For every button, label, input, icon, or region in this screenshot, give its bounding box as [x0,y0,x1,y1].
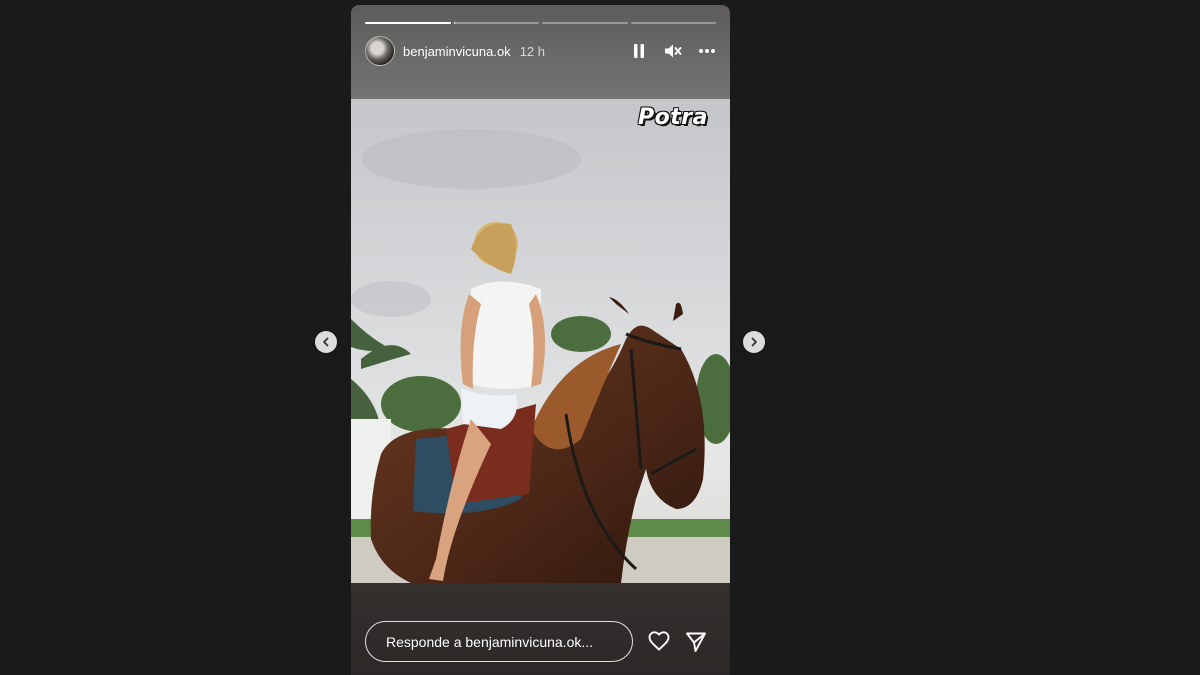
share-button[interactable] [684,630,708,654]
pause-icon [634,44,644,58]
username[interactable]: benjaminvicuna.ok [403,44,511,59]
progress-segment [630,22,716,24]
story-image [351,99,730,583]
more-options-icon [699,49,715,53]
reply-placeholder: Responde a benjaminvicuna.ok... [386,633,594,650]
pause-button[interactable] [630,42,648,60]
more-options-button[interactable] [698,42,716,60]
mute-button[interactable] [664,42,682,60]
next-story-button[interactable] [743,331,765,353]
progress-fill [365,22,451,24]
heart-icon [648,631,670,651]
speaker-muted-icon [665,44,682,58]
previous-story-button[interactable] [315,331,337,353]
chevron-left-icon [323,337,329,347]
chevron-right-icon [751,337,757,347]
story-photo: Potra [351,99,730,583]
story-controls [630,42,716,60]
progress-segment [542,22,628,24]
reply-input[interactable]: Responde a benjaminvicuna.ok... [365,621,633,662]
story-header: benjaminvicuna.ok 12 h [365,35,716,67]
story-sticker-text: Potra [638,105,708,130]
progress-segment [365,22,451,24]
progress-segment [453,22,539,24]
story-viewer: benjaminvicuna.ok 12 h Potra Responde a … [0,0,1200,675]
story-progress [365,22,716,24]
story-card[interactable]: benjaminvicuna.ok 12 h Potra Responde a … [351,5,730,675]
profile-avatar[interactable] [365,36,395,66]
like-button[interactable] [647,629,671,653]
send-icon [686,632,706,652]
time-ago: 12 h [519,43,545,59]
progress-fill [453,22,456,24]
